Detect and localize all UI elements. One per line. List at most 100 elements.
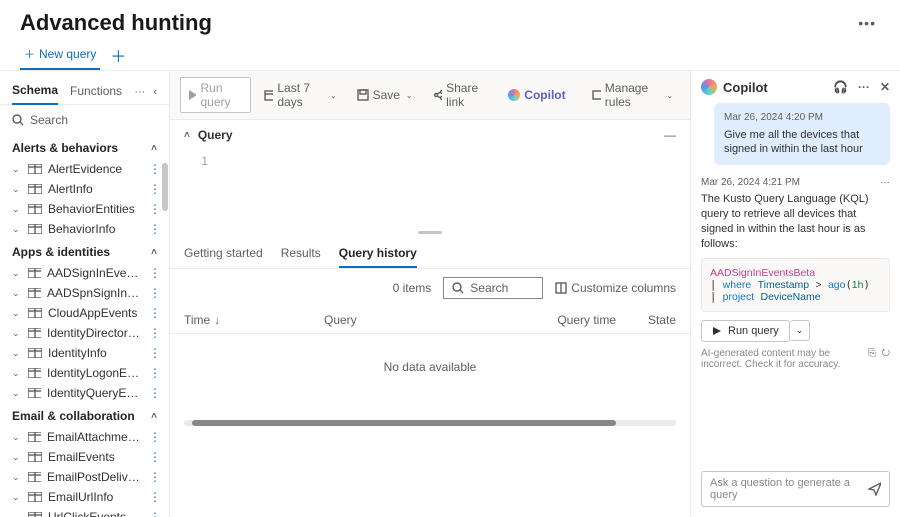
collapse-panel-icon[interactable]: ‹ <box>153 86 157 98</box>
chevron-up-icon[interactable]: ˄ <box>184 130 190 141</box>
table-icon <box>28 472 41 482</box>
time-range-button[interactable]: Last 7 days⌄ <box>257 77 343 113</box>
col-time[interactable]: Time↓ <box>184 313 324 327</box>
scrollbar-thumb[interactable] <box>162 163 168 211</box>
tree-item-emailattach[interactable]: ⌄EmailAttachmentInfo⋮ <box>0 427 169 447</box>
assistant-message: Mar 26, 2024 4:21 PM ··· The Kusto Query… <box>701 173 890 369</box>
schema-search[interactable]: Search <box>0 105 169 135</box>
item-menu-icon[interactable]: ⋮ <box>149 306 163 320</box>
item-menu-icon[interactable]: ⋮ <box>149 286 163 300</box>
tab-new-query[interactable]: ＋ New query <box>20 40 100 70</box>
play-icon <box>712 326 722 336</box>
col-query-time[interactable]: Query time <box>526 313 616 327</box>
copilot-input[interactable]: Ask a question to generate a query <box>701 471 890 507</box>
header-more-icon[interactable]: ••• <box>854 11 880 35</box>
tree-item-cloudapp[interactable]: ⌄CloudAppEvents⋮ <box>0 303 169 323</box>
table-icon <box>28 348 42 358</box>
item-menu-icon[interactable]: ⋮ <box>149 366 163 380</box>
chevron-up-icon: ˄ <box>151 143 157 154</box>
group-label: Email & collaboration <box>12 409 135 423</box>
item-menu-icon[interactable]: ⋮ <box>149 222 163 236</box>
tree-item-urlclick[interactable]: ⌄UrlClickEvents⋮ <box>0 507 169 517</box>
columns-icon <box>555 282 567 294</box>
run-query-button[interactable]: Run query <box>180 77 251 113</box>
table-icon <box>28 388 41 398</box>
item-menu-icon[interactable]: ⋮ <box>149 346 163 360</box>
schema-tab-schema[interactable]: Schema <box>12 79 58 105</box>
save-button[interactable]: Save⌄ <box>350 84 420 106</box>
manage-rules-button[interactable]: Manage rules⌄ <box>585 77 680 113</box>
tree-item-idinfo[interactable]: ⌄IdentityInfo⋮ <box>0 343 169 363</box>
item-menu-icon[interactable]: ⋮ <box>149 490 163 504</box>
more-icon[interactable]: ··· <box>134 86 145 98</box>
tree-item-idquery[interactable]: ⌄IdentityQueryEvents⋮ <box>0 383 169 403</box>
message-text: Give me all the devices that signed in w… <box>724 128 880 158</box>
tree-item-alertinfo[interactable]: ⌄AlertInfo⋮ <box>0 179 169 199</box>
copilot-run-query-button[interactable]: Run query <box>701 320 790 342</box>
tree-item-iddirectory[interactable]: ⌄IdentityDirectoryEvents⋮ <box>0 323 169 343</box>
query-toolbar: Run query Last 7 days⌄ Save⌄ Share link … <box>170 71 690 120</box>
tree-item-behaviorinfo[interactable]: ⌄BehaviorInfo⋮ <box>0 219 169 239</box>
item-menu-icon[interactable]: ⋮ <box>149 450 163 464</box>
scrollbar-thumb[interactable] <box>192 420 616 426</box>
group-apps-identities[interactable]: Apps & identities ˄ <box>0 239 169 263</box>
horizontal-scrollbar[interactable] <box>184 420 676 426</box>
item-menu-icon[interactable]: ⋮ <box>149 510 163 517</box>
items-count: 0 items <box>393 281 432 295</box>
item-menu-icon[interactable]: ⋮ <box>149 266 163 280</box>
tree-item-idlogon[interactable]: ⌄IdentityLogonEvents⋮ <box>0 363 169 383</box>
group-label: Alerts & behaviors <box>12 141 118 155</box>
table-icon <box>28 224 42 234</box>
item-menu-icon[interactable]: ⋮ <box>149 326 163 340</box>
refresh-icon[interactable]: ↻ <box>882 348 890 359</box>
table-icon <box>28 204 42 214</box>
schema-tab-functions[interactable]: Functions <box>70 80 122 104</box>
headset-icon[interactable]: 🎧 <box>833 80 848 94</box>
tab-results[interactable]: Results <box>281 240 321 268</box>
query-section-label: Query <box>198 128 233 142</box>
tree-item-emailpost[interactable]: ⌄EmailPostDeliveryEve...⋮ <box>0 467 169 487</box>
message-more-icon[interactable]: ··· <box>880 177 890 188</box>
group-alerts-behaviors[interactable]: Alerts & behaviors ˄ <box>0 135 169 159</box>
sort-down-icon: ↓ <box>214 313 220 327</box>
col-state[interactable]: State <box>616 313 676 327</box>
tree-item-behaviorentities[interactable]: ⌄BehaviorEntities⋮ <box>0 199 169 219</box>
copy-icon[interactable]: ⎘ <box>868 348 876 359</box>
tab-getting-started[interactable]: Getting started <box>184 240 263 268</box>
chevron-up-icon: ˄ <box>151 411 157 422</box>
tree-item-emailurl[interactable]: ⌄EmailUrlInfo⋮ <box>0 487 169 507</box>
share-link-button[interactable]: Share link <box>426 77 496 113</box>
copilot-logo-icon <box>701 79 717 95</box>
item-menu-icon[interactable]: ⋮ <box>149 202 163 216</box>
tree-item-aadspn[interactable]: ⌄AADSpnSignInEventsB...⋮ <box>0 283 169 303</box>
close-icon[interactable]: ✕ <box>880 80 890 94</box>
copilot-button[interactable]: Copilot <box>501 84 572 106</box>
tree-item-aadsignin[interactable]: ⌄AADSignInEventsBeta⋮ <box>0 263 169 283</box>
table-icon <box>28 432 41 442</box>
schema-panel: Schema Functions ··· ‹ Search Alerts & b… <box>0 71 170 517</box>
group-email-collab[interactable]: Email & collaboration ˄ <box>0 403 169 427</box>
item-menu-icon[interactable]: ⋮ <box>149 386 163 400</box>
add-tab-button[interactable]: ＋ <box>104 43 132 67</box>
item-menu-icon[interactable]: ⋮ <box>149 162 163 176</box>
tree-item-emailevents[interactable]: ⌄EmailEvents⋮ <box>0 447 169 467</box>
query-editor[interactable]: 1 <box>170 150 690 230</box>
more-icon[interactable]: ··· <box>858 80 870 94</box>
table-icon <box>28 452 42 462</box>
tree-item-alertevidence[interactable]: ⌄AlertEvidence⋮ <box>0 159 169 179</box>
item-menu-icon[interactable]: ⋮ <box>149 182 163 196</box>
search-icon <box>12 114 24 126</box>
customize-columns-button[interactable]: Customize columns <box>555 281 676 295</box>
minimize-icon[interactable]: — <box>664 128 676 142</box>
calendar-icon <box>264 89 273 101</box>
table-icon <box>28 308 42 318</box>
history-search-input[interactable]: Search <box>443 277 543 299</box>
col-query[interactable]: Query <box>324 313 526 327</box>
send-icon[interactable] <box>868 482 881 496</box>
run-dropdown-button[interactable]: ⌄ <box>790 320 811 341</box>
tab-query-history[interactable]: Query history <box>339 240 417 268</box>
item-menu-icon[interactable]: ⋮ <box>149 470 163 484</box>
code-block[interactable]: AADSignInEventsBeta | where Timestamp > … <box>701 258 890 312</box>
item-menu-icon[interactable]: ⋮ <box>149 430 163 444</box>
search-placeholder: Search <box>30 113 68 127</box>
